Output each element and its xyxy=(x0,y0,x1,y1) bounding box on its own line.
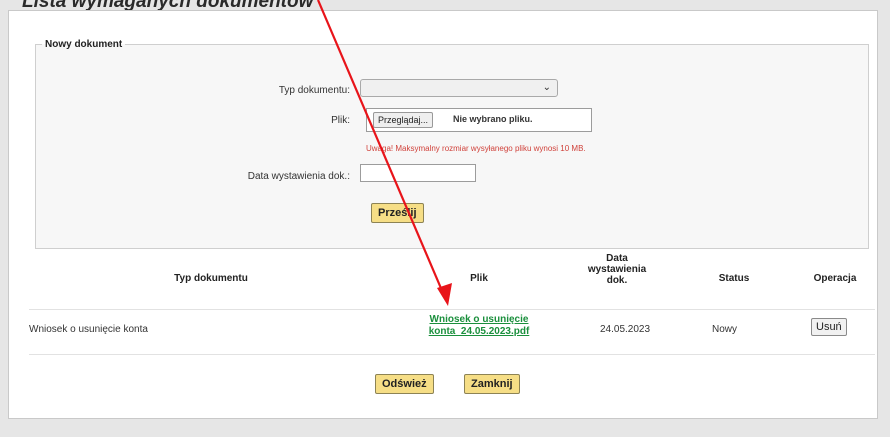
submit-button[interactable]: Prześlij xyxy=(371,203,424,223)
document-type-label: Typ dokumentu: xyxy=(278,85,350,96)
new-document-legend: Nowy dokument xyxy=(45,39,123,50)
column-header-status: Status xyxy=(718,273,750,284)
documents-panel: Nowy dokument Typ dokumentu: ⌄ Plik: Prz… xyxy=(8,10,878,419)
column-header-type: Typ dokumentu xyxy=(174,273,248,284)
column-header-date-line2: wystawienia xyxy=(587,264,647,275)
file-label: Plik: xyxy=(331,115,350,126)
issue-date-input[interactable] xyxy=(360,164,476,182)
column-header-date: Data wystawienia dok. xyxy=(575,253,659,286)
column-header-operation: Operacja xyxy=(813,273,857,284)
document-type-select[interactable]: ⌄ xyxy=(360,79,558,97)
file-size-warning: Uwaga! Maksymalny rozmiar wysyłanego pli… xyxy=(366,144,586,153)
column-header-date-line1: Data xyxy=(606,253,628,264)
row-file-link-line1: Wniosek o usunięcie xyxy=(429,314,529,325)
row-file-link-line2: konta_24.05.2023.pdf xyxy=(428,326,530,337)
row-file-link[interactable]: Wniosek o usunięcie konta_24.05.2023.pdf xyxy=(419,314,539,338)
row-document-type: Wniosek o usunięcie konta xyxy=(29,324,148,335)
column-header-file: Plik xyxy=(470,273,488,284)
delete-button[interactable]: Usuń xyxy=(811,318,847,336)
new-document-fieldset: Nowy dokument Typ dokumentu: ⌄ Plik: Prz… xyxy=(35,39,869,249)
file-input[interactable]: Przeglądaj... Nie wybrano pliku. xyxy=(366,108,592,132)
column-header-date-line3: dok. xyxy=(606,275,628,286)
file-status-text: Nie wybrano pliku. xyxy=(453,114,533,124)
close-button[interactable]: Zamknij xyxy=(464,374,520,394)
row-status: Nowy xyxy=(712,324,738,335)
refresh-button[interactable]: Odśwież xyxy=(375,374,434,394)
chevron-down-icon: ⌄ xyxy=(542,82,551,93)
table-divider xyxy=(29,354,875,355)
issue-date-label: Data wystawienia dok.: xyxy=(247,171,350,182)
row-issue-date: 24.05.2023 xyxy=(600,324,651,335)
browse-button[interactable]: Przeglądaj... xyxy=(373,112,434,128)
table-divider xyxy=(29,309,875,310)
